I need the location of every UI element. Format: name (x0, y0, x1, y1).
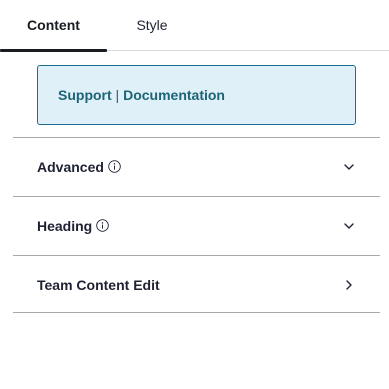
section-heading-label: Heading (37, 218, 93, 234)
section-advanced-label: Advanced (37, 159, 104, 175)
chevron-down-icon[interactable] (342, 219, 356, 233)
section-divider (13, 312, 380, 313)
info-icon (108, 160, 121, 173)
info-icon (96, 219, 109, 232)
documentation-link[interactable]: Documentation (123, 87, 225, 103)
support-links-box: Support | Documentation (37, 65, 356, 125)
support-link[interactable]: Support (58, 87, 112, 103)
tab-style[interactable]: Style (122, 0, 182, 50)
tab-content[interactable]: Content (0, 0, 107, 52)
link-separator: | (115, 87, 120, 103)
section-team-content-edit-label: Team Content Edit (37, 277, 160, 293)
tab-bar: Content Style (0, 0, 389, 52)
section-advanced[interactable]: Advanced (13, 137, 380, 196)
chevron-down-icon[interactable] (342, 160, 356, 174)
chevron-right-icon[interactable] (342, 278, 356, 292)
section-heading[interactable]: Heading (13, 196, 380, 255)
section-team-content-edit[interactable]: Team Content Edit (13, 255, 380, 314)
